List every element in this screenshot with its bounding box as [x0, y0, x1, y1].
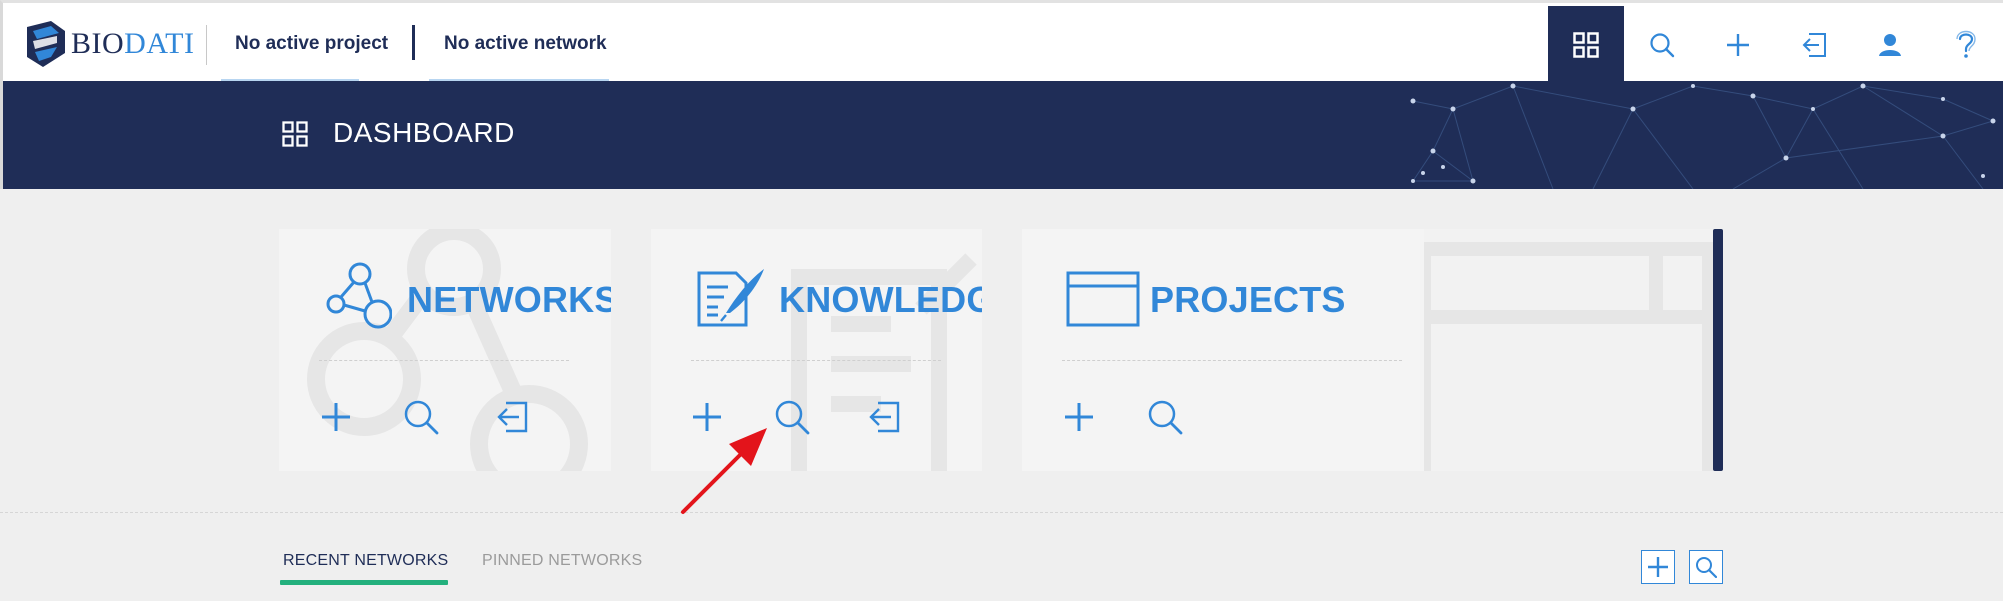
networks-icon: [326, 262, 392, 329]
search-icon: [1148, 400, 1183, 435]
card-divider: [1062, 360, 1402, 361]
projects-background-graphic: [1424, 229, 1713, 471]
dashboard-icon: [1573, 32, 1599, 58]
projects-title: PROJECTS: [1150, 279, 1346, 320]
projects-card: PROJECTS: [1022, 229, 1424, 471]
search-icon: [1696, 557, 1717, 578]
plus-icon: [1065, 403, 1093, 431]
projects-add-button[interactable]: [1057, 395, 1101, 439]
active-network-label[interactable]: No active network: [444, 33, 607, 55]
section-divider: [0, 512, 2003, 513]
networks-import-button[interactable]: [490, 395, 534, 439]
plus-icon: [1648, 557, 1668, 577]
networks-card: NETWORKS: [279, 229, 611, 471]
import-icon: [869, 401, 900, 433]
divider: [206, 25, 207, 65]
projects-search-button[interactable]: [1143, 395, 1187, 439]
nav-help-button[interactable]: [1928, 6, 2003, 84]
dashboard-icon: [282, 121, 308, 147]
network-pattern-decoration: [1410, 83, 1996, 189]
projects-icon: [1066, 271, 1140, 332]
plus-icon: [1727, 34, 1749, 56]
card-divider: [319, 360, 569, 361]
networks-add-button[interactable]: [314, 395, 358, 439]
add-network-button[interactable]: [1641, 550, 1675, 584]
active-tab-indicator: [280, 580, 448, 585]
nav-import-button[interactable]: [1776, 6, 1852, 84]
dashboard-banner: DASHBOARD: [0, 81, 2003, 189]
card-divider: [691, 360, 941, 361]
biodati-logo-icon: [27, 21, 65, 67]
active-project-label[interactable]: No active project: [235, 33, 388, 55]
nav-user-button[interactable]: [1852, 6, 1928, 84]
import-icon: [497, 401, 528, 433]
biodati-logo[interactable]: BIODATI: [21, 19, 195, 69]
import-icon: [1802, 33, 1826, 57]
knowledge-search-button[interactable]: [770, 395, 814, 439]
knowledge-import-button[interactable]: [862, 395, 906, 439]
knowledge-title: KNOWLEDGE: [779, 279, 982, 320]
knowledge-icon: [697, 269, 764, 327]
nav-search-button[interactable]: [1624, 6, 1700, 84]
search-icon: [404, 400, 439, 435]
tab-pinned-networks[interactable]: PINNED NETWORKS: [482, 552, 642, 570]
search-networks-button[interactable]: [1689, 550, 1723, 584]
plus-icon: [322, 403, 350, 431]
help-icon: [1956, 30, 1976, 58]
top-navbar: BIODATI No active project No active netw…: [0, 0, 2003, 84]
page-title: DASHBOARD: [333, 117, 515, 148]
tab-recent-networks[interactable]: RECENT NETWORKS: [283, 552, 448, 570]
search-icon: [775, 400, 810, 435]
search-icon: [1650, 33, 1675, 58]
networks-title: NETWORKS: [407, 279, 611, 320]
red-arrow-annotation-icon: [681, 428, 767, 514]
user-icon: [1879, 34, 1901, 56]
context-divider: [412, 25, 415, 60]
networks-search-button[interactable]: [399, 395, 443, 439]
cards-scrollbar-thumb[interactable]: [1713, 229, 1723, 471]
brand-name: BIODATI: [71, 27, 195, 60]
nav-add-button[interactable]: [1700, 6, 1776, 84]
dashboard-button[interactable]: [1548, 6, 1624, 84]
